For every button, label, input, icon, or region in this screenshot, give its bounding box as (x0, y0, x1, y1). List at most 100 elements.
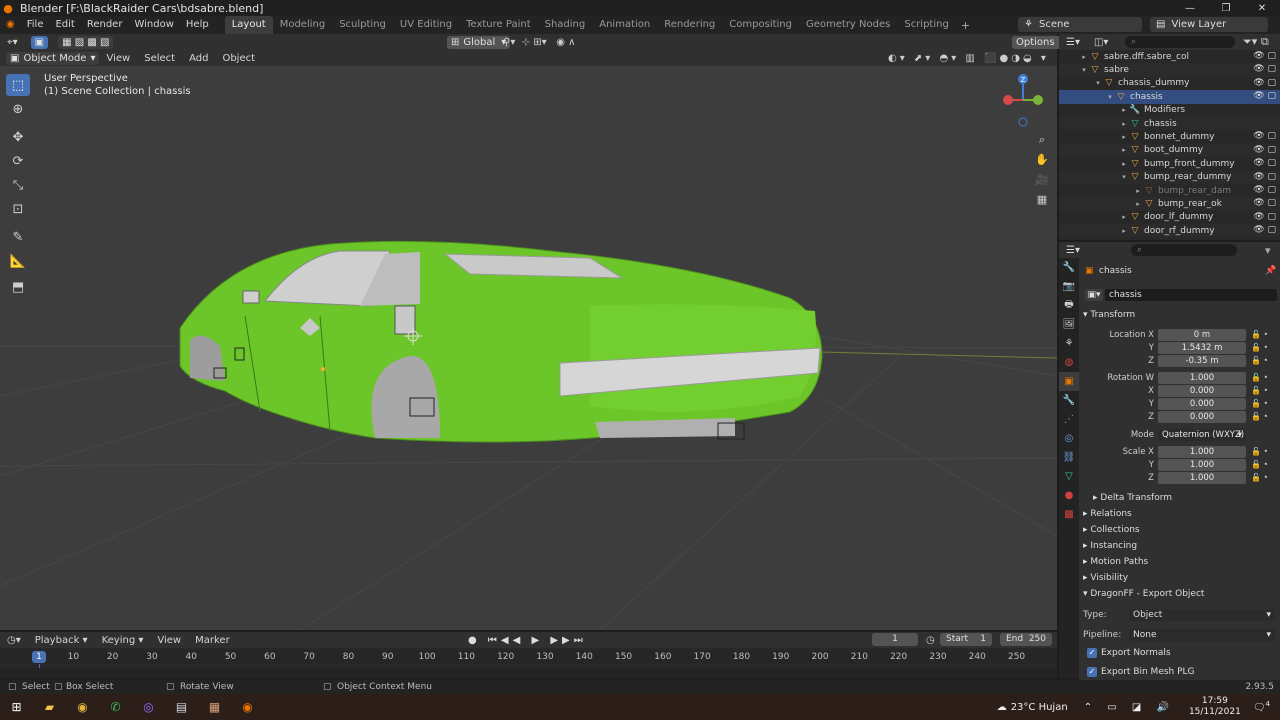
location-x-field[interactable]: 0 m (1158, 328, 1246, 341)
add-cube-icon[interactable]: ⬒ (6, 276, 30, 298)
lock-icon[interactable]: 🔓 • (1251, 460, 1268, 469)
lock-icon[interactable]: 🔓 • (1251, 386, 1268, 395)
clock-icon[interactable]: ◷ (926, 635, 935, 646)
notification-icon[interactable]: 🗨4 (1253, 700, 1270, 713)
close-icon[interactable]: ✕ (1244, 0, 1280, 16)
data-tab-icon[interactable]: ▽ (1059, 467, 1079, 486)
menu-timeline-view[interactable]: View (150, 635, 188, 646)
tab-shading[interactable]: Shading (538, 16, 593, 34)
app-icon[interactable]: ▤ (165, 694, 198, 720)
rotation-w-field[interactable]: 1.000 (1158, 371, 1246, 384)
expand-right-icon[interactable]: ▸ (1119, 146, 1129, 154)
lock-icon[interactable]: 🔓 • (1251, 399, 1268, 408)
minimize-icon[interactable]: — (1172, 0, 1208, 16)
menu-marker[interactable]: Marker (188, 635, 237, 646)
location-y-field[interactable]: 1.5432 m (1158, 341, 1246, 354)
file-explorer-icon[interactable]: ▰ (33, 694, 66, 720)
rotation-y-field[interactable]: 0.000 (1158, 397, 1246, 410)
outliner-search-input[interactable]: ⌕ (1125, 36, 1235, 48)
orientation-dropdown[interactable]: ⊞ Global ▾ (447, 35, 511, 49)
dragonff-pipeline-dropdown[interactable]: None ▾ (1129, 628, 1275, 641)
playhead-frame-indicator[interactable]: 1 (32, 651, 46, 663)
pin-icon[interactable]: 📌 (1265, 266, 1276, 276)
blender-taskbar-icon[interactable]: ◉ (231, 694, 264, 720)
timeline[interactable]: 1102030405060708090100110120130140150160… (0, 648, 1057, 678)
3d-viewport[interactable]: Z User Perspective (1) Scene Collection … (0, 66, 1057, 630)
visibility-toggle-icons[interactable]: 👁 ▢ (1253, 50, 1276, 63)
properties-options-icon[interactable]: ▾ (1265, 244, 1271, 257)
current-frame-field[interactable]: 1 (872, 633, 918, 646)
select-tool-button[interactable]: ▣ (30, 35, 49, 49)
object-name-field[interactable]: chassis (1105, 288, 1277, 301)
texture-tab-icon[interactable]: ▩ (1059, 505, 1079, 524)
timeline-track-area[interactable] (0, 668, 1057, 678)
expand-right-icon[interactable]: ▸ (1119, 160, 1129, 168)
tab-rendering[interactable]: Rendering (657, 16, 722, 34)
expand-right-icon[interactable]: ▸ (1119, 213, 1129, 221)
blender-menu-icon[interactable]: ◉ (0, 16, 21, 34)
outliner-row[interactable]: ▸ ▽ bump_front_dummy 👁 ▢ (1059, 157, 1280, 170)
whatsapp-icon[interactable]: ✆ (99, 694, 132, 720)
world-tab-icon[interactable]: ◍ (1059, 353, 1079, 372)
expand-down-icon[interactable]: ▾ (1105, 93, 1115, 101)
outliner-row[interactable]: ▾ ▽ sabre 👁 ▢ (1059, 63, 1280, 77)
menu-window[interactable]: Window (128, 16, 179, 34)
tray-icons[interactable]: ⌃ ▭ ◪ 🔊 (1084, 702, 1175, 713)
menu-edit[interactable]: Edit (49, 16, 80, 34)
windows-start-icon[interactable]: ⊞ (0, 694, 33, 720)
cursor-icon[interactable]: ⊕ (6, 98, 30, 120)
playback-controls[interactable]: ● ⏮◀◀ ▶ ▶▶⏭ (468, 635, 587, 646)
outliner-row[interactable]: ▸ ▽ sabre.dff.sabre_col 👁 ▢ (1059, 50, 1280, 63)
tool-tab-icon[interactable]: 🔧 (1059, 258, 1079, 277)
visibility-header[interactable]: ▸ Visibility (1083, 573, 1128, 583)
material-tab-icon[interactable]: ● (1059, 486, 1079, 505)
selection-mode-buttons[interactable]: ▦ ▨ ▩ ▧ (58, 35, 114, 49)
measure-icon[interactable]: 📐 (6, 250, 30, 272)
move-icon[interactable]: ✥ (6, 126, 30, 148)
overlay-toggles[interactable]: ◐▾ ⬈▾ ◓▾ ▥ ⬛●◑◒ ▾ (888, 53, 1049, 64)
pan-hand-icon[interactable]: ✋ (1033, 150, 1051, 170)
maximize-icon[interactable]: ❐ (1208, 0, 1244, 16)
outliner-row[interactable]: ▸ ▽ bonnet_dummy 👁 ▢ (1059, 130, 1280, 143)
timeline-editor-icon[interactable]: ◷▾ (0, 635, 28, 646)
expand-right-icon[interactable]: ▸ (1079, 53, 1089, 61)
outliner-row[interactable]: ▸ ▽ bump_rear_dam 👁 ▢ (1059, 184, 1280, 197)
scene-tab-icon[interactable]: ⚘ (1059, 334, 1079, 353)
dragonff-panel-header[interactable]: ▾ DragonFF - Export Object (1083, 589, 1204, 599)
outliner-row[interactable]: ▸ ▽ door_rf_dummy 👁 ▢ (1059, 224, 1280, 238)
outliner-row[interactable]: ▾ ▽ chassis_dummy 👁 ▢ (1059, 77, 1280, 90)
lock-icon[interactable]: 🔓 • (1251, 447, 1268, 456)
render-tab-icon[interactable]: 📷 (1059, 277, 1079, 296)
lock-icon[interactable]: 🔓 • (1251, 356, 1268, 365)
expand-right-icon[interactable]: ▸ (1133, 187, 1143, 195)
scale-y-field[interactable]: 1.000 (1158, 458, 1246, 471)
ortho-grid-icon[interactable]: ▦ (1033, 190, 1051, 210)
visibility-toggle-icons[interactable]: 👁 ▢ (1253, 197, 1276, 210)
rotation-x-field[interactable]: 0.000 (1158, 384, 1246, 397)
motion-paths-header[interactable]: ▸ Motion Paths (1083, 557, 1148, 567)
tab-animation[interactable]: Animation (592, 16, 657, 34)
outliner-row[interactable]: ▸ ▽ door_lf_dummy 👁 ▢ (1059, 211, 1280, 224)
expand-right-icon[interactable]: ▸ (1119, 227, 1129, 235)
visibility-toggle-icons[interactable]: 👁 ▢ (1253, 144, 1276, 157)
view-layer-selector[interactable]: ▤ View Layer (1150, 17, 1268, 32)
visibility-toggle-icons[interactable]: 👁 ▢ (1253, 157, 1276, 170)
visibility-toggle-icons[interactable]: 👁 ▢ (1253, 171, 1276, 184)
clock[interactable]: 17:59 15/11/2021 (1189, 696, 1241, 718)
menu-object[interactable]: Object (215, 53, 262, 64)
rotate-icon[interactable]: ⟳ (6, 150, 30, 172)
menu-render[interactable]: Render (81, 16, 129, 34)
visibility-toggle-icons[interactable]: 👁 ▢ (1253, 130, 1276, 143)
outliner-row[interactable]: ▸ ▽ bump_rear_ok 👁 ▢ (1059, 197, 1280, 211)
scale-x-field[interactable]: 1.000 (1158, 445, 1246, 458)
tab-modeling[interactable]: Modeling (273, 16, 333, 34)
collections-header[interactable]: ▸ Collections (1083, 525, 1140, 535)
select-box-icon[interactable]: ⬚ (6, 74, 30, 96)
scene-selector[interactable]: ⚘ Scene (1018, 17, 1142, 32)
outliner-row[interactable]: ▸ ▽ boot_dummy 👁 ▢ (1059, 143, 1280, 158)
tab-uv-editing[interactable]: UV Editing (393, 16, 459, 34)
visibility-toggle-icons[interactable]: 👁 ▢ (1253, 184, 1276, 197)
start-frame-field[interactable]: Start 1 (940, 633, 992, 646)
relations-header[interactable]: ▸ Relations (1083, 509, 1132, 519)
constraints-tab-icon[interactable]: ⛓ (1059, 448, 1079, 467)
